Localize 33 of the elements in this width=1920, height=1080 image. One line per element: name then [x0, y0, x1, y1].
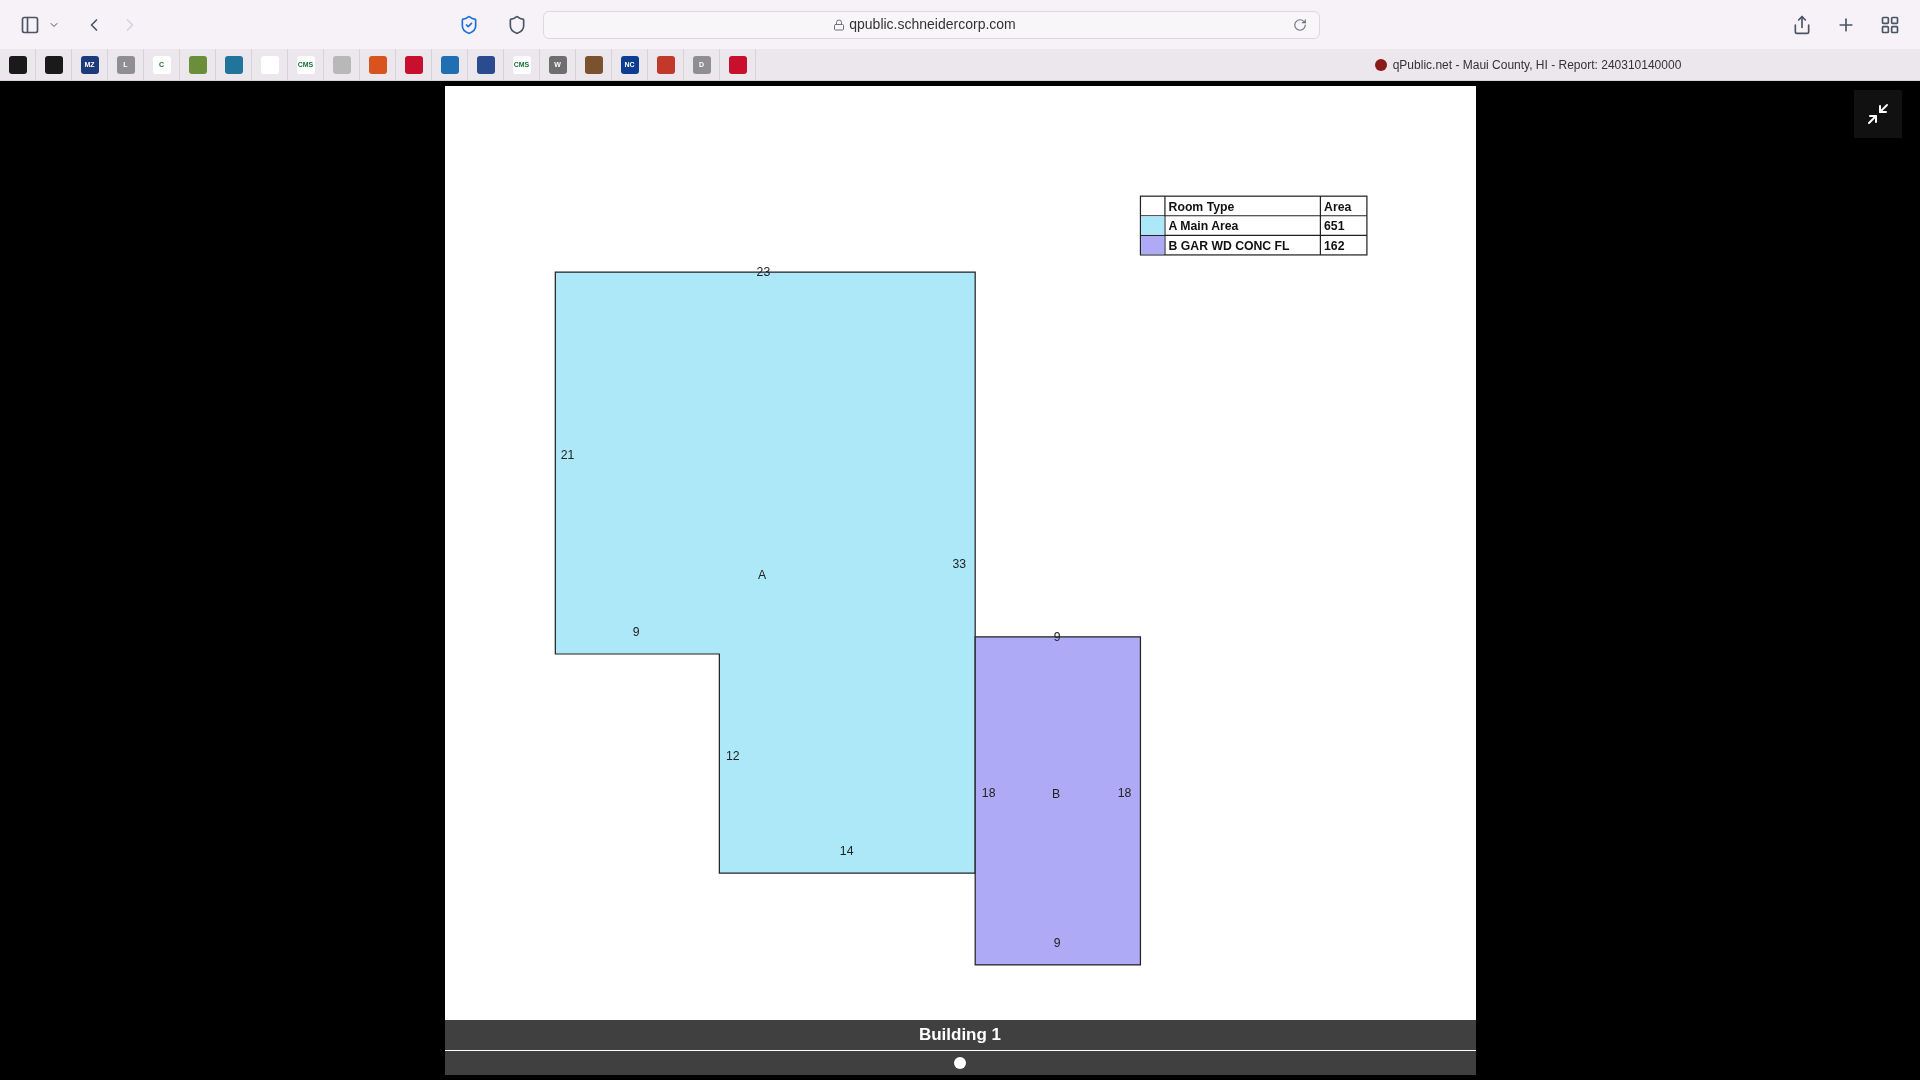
sidebar-icon[interactable] — [20, 14, 40, 35]
dimension-label: 9 — [1053, 935, 1061, 950]
dimension-label: 12 — [725, 749, 740, 764]
bookmark-icon[interactable] — [8, 55, 27, 74]
url-text: qpublic.schneidercorp.com — [849, 15, 1016, 34]
address-bar[interactable]: qpublic.schneidercorp.com — [543, 10, 1320, 39]
caption-text: Building 1 — [918, 1024, 1002, 1047]
reload-icon[interactable] — [1293, 17, 1307, 32]
legend-cell: 651 — [1323, 219, 1344, 234]
legend-cell: B GAR WD CONC FL — [1168, 239, 1290, 254]
dimension-label: 9 — [632, 624, 639, 639]
lock-icon — [833, 18, 846, 31]
tab-title[interactable]: qPublic.net - Maui County, HI - Report: 240310140000 — [1392, 55, 1682, 74]
tab-overview-icon[interactable] — [1880, 14, 1900, 35]
dimension-label: 18 — [981, 786, 995, 801]
bookmark-icon[interactable] — [44, 55, 63, 74]
legend-header: Room Type — [1168, 199, 1234, 214]
site-favicon-icon — [1374, 58, 1387, 71]
bookmark-icon[interactable] — [476, 55, 495, 74]
dimension-label: 33 — [951, 557, 966, 572]
shield-icon[interactable] — [459, 14, 479, 35]
share-icon[interactable] — [1792, 14, 1812, 35]
dimension-label: 18 — [1117, 786, 1131, 801]
collapse-icon — [1866, 102, 1890, 126]
area-label: B — [1051, 787, 1060, 802]
dimension-label: 21 — [560, 448, 574, 463]
dimension-label: 14 — [839, 843, 853, 858]
legend-header: Area — [1323, 199, 1351, 214]
legend-cell: A Main Area — [1168, 219, 1238, 234]
area-label: A — [757, 568, 766, 583]
legend-cell: 162 — [1323, 239, 1344, 254]
exit-fullscreen-button[interactable] — [1854, 90, 1902, 138]
privacy-shield-icon[interactable] — [507, 14, 527, 35]
